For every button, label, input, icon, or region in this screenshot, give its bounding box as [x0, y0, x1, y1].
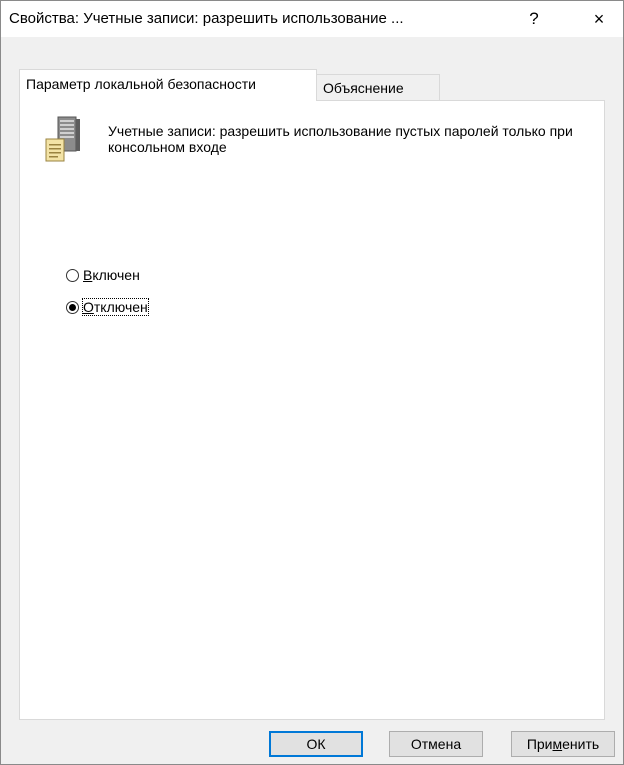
title-bar[interactable]: Свойства: Учетные записи: разрешить испо… [1, 1, 623, 37]
apply-button[interactable]: При м енить [511, 731, 615, 757]
radio-circle-checked[interactable] [66, 300, 79, 314]
help-button[interactable]: ? [511, 1, 557, 37]
help-icon: ? [529, 9, 539, 28]
tab-explanation[interactable]: Объяснение [316, 74, 440, 101]
policy-description: Учетные записи: разрешить использование … [108, 123, 573, 155]
radio-circle-unchecked[interactable] [66, 268, 79, 282]
policy-document-icon [45, 116, 80, 162]
tab-panel: Учетные записи: разрешить использование … [19, 100, 605, 720]
properties-dialog: Свойства: Учетные записи: разрешить испо… [0, 0, 624, 765]
radio-disabled[interactable]: Отключен [66, 298, 149, 316]
radio-enabled-label: Включен [83, 267, 140, 283]
ok-button[interactable]: ОК [269, 731, 363, 757]
cancel-button[interactable]: Отмена [389, 731, 483, 757]
radio-enabled[interactable]: Включен [66, 267, 140, 283]
tab-local-security-setting[interactable]: Параметр локальной безопасности [19, 69, 317, 101]
radio-disabled-label: Отключен [82, 298, 149, 316]
window-title: Свойства: Учетные записи: разрешить испо… [9, 10, 404, 27]
close-button[interactable]: × [576, 1, 622, 37]
close-icon: × [593, 8, 605, 29]
